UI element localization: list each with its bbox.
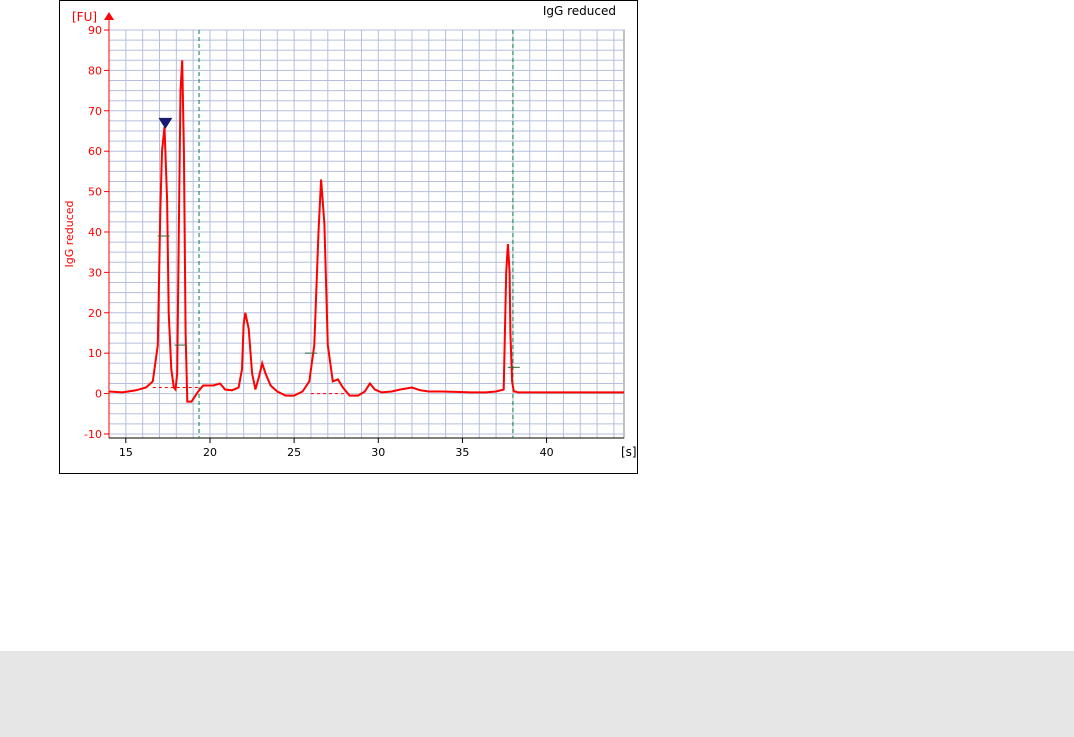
x-unit-label: [s] — [621, 445, 637, 459]
x-tick-label: 20 — [203, 446, 217, 459]
y-tick-label: 20 — [88, 307, 102, 320]
y-tick-label: 30 — [88, 266, 102, 279]
y-tick-label: 0 — [95, 388, 102, 401]
y-tick-label: 10 — [88, 347, 102, 360]
boundary-lines — [198, 30, 514, 438]
y-unit-label: [FU] — [72, 10, 97, 24]
peak-height-markers — [157, 235, 520, 368]
baseline-dashed — [152, 387, 345, 395]
y-tick-label: 40 — [88, 226, 102, 239]
y-tick-label: 90 — [88, 24, 102, 37]
y-axis-arrow — [104, 12, 114, 20]
bottom-panel — [0, 651, 1074, 737]
electropherogram-chart: -10 0 10 20 30 40 50 60 70 80 90 15 20 25 30 35 40 IgG … — [63, 4, 637, 459]
x-tick-label: 25 — [287, 446, 301, 459]
y-tick-label: 60 — [88, 145, 102, 158]
y-tick-label: 50 — [88, 186, 102, 199]
x-tick-label: 40 — [540, 446, 554, 459]
y-tick-label: 80 — [88, 64, 102, 77]
y-tick-label: -10 — [84, 428, 102, 441]
x-tick-label: 35 — [455, 446, 469, 459]
electropherogram-panel: -10 0 10 20 30 40 50 60 70 80 90 15 20 25 30 35 40 IgG … — [59, 0, 638, 474]
x-tick-labels: 15 20 25 30 35 40 — [119, 446, 554, 459]
peak-marker-triangle — [158, 117, 173, 129]
y-axis-title: IgG reduced — [63, 200, 76, 267]
x-tick-label: 15 — [119, 446, 133, 459]
y-tick-labels: -10 0 10 20 30 40 50 60 70 80 90 — [84, 24, 102, 441]
y-tick-label: 70 — [88, 105, 102, 118]
x-tick-label: 30 — [371, 446, 385, 459]
chart-title: IgG reduced — [543, 4, 616, 18]
